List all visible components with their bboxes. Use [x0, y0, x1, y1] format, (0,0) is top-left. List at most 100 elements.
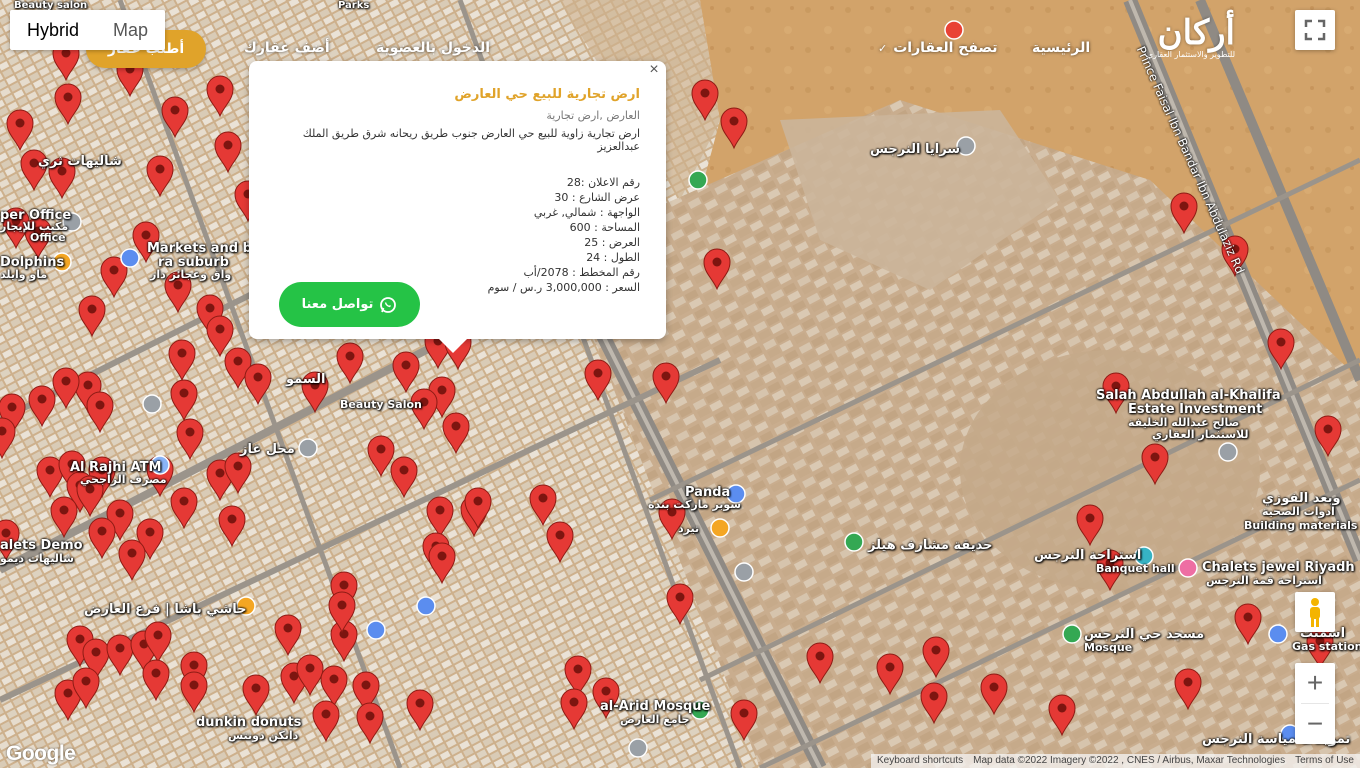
property-marker[interactable] — [170, 487, 198, 530]
property-marker[interactable] — [164, 271, 192, 314]
property-marker[interactable] — [1048, 694, 1076, 737]
poi-icon[interactable] — [142, 394, 162, 414]
property-marker[interactable] — [652, 362, 680, 405]
property-marker[interactable] — [312, 700, 340, 743]
poi-icon[interactable] — [688, 170, 708, 190]
property-marker[interactable] — [356, 702, 384, 745]
property-marker[interactable] — [920, 682, 948, 725]
property-marker[interactable] — [146, 155, 174, 198]
poi-icon[interactable] — [710, 518, 730, 538]
poi-icon[interactable] — [416, 596, 436, 616]
property-marker[interactable] — [88, 517, 116, 560]
property-marker[interactable] — [1267, 328, 1295, 371]
poi-icon[interactable] — [298, 438, 318, 458]
property-marker[interactable] — [20, 149, 48, 192]
property-marker[interactable] — [54, 83, 82, 126]
property-marker[interactable] — [176, 418, 204, 461]
property-marker[interactable] — [106, 634, 134, 677]
poi-icon[interactable] — [1062, 624, 1082, 644]
property-marker[interactable] — [392, 351, 420, 394]
property-marker[interactable] — [224, 452, 252, 495]
satellite-map[interactable]: شاليهات ثري per Office مكتب للإيجار Offi… — [0, 0, 1360, 768]
property-marker[interactable] — [426, 496, 454, 539]
property-marker[interactable] — [206, 75, 234, 118]
map-type-map[interactable]: Map — [96, 10, 165, 50]
terms-link[interactable]: Terms of Use — [1295, 754, 1354, 768]
property-marker[interactable] — [720, 107, 748, 150]
property-marker[interactable] — [428, 542, 456, 585]
nav-home[interactable]: الرئيسية — [1032, 40, 1090, 56]
poi-icon[interactable] — [366, 620, 386, 640]
property-marker[interactable] — [592, 677, 620, 720]
property-marker[interactable] — [703, 248, 731, 291]
property-marker[interactable] — [980, 673, 1008, 716]
nav-add-property[interactable]: أضف عقارك — [244, 40, 330, 56]
property-marker[interactable] — [0, 417, 16, 460]
property-marker[interactable] — [1096, 549, 1124, 592]
property-marker[interactable] — [320, 665, 348, 708]
nav-browse[interactable]: ✓ تصفح العقارات — [878, 40, 998, 56]
zoom-out-button[interactable]: − — [1295, 704, 1335, 744]
poi-icon[interactable] — [236, 596, 256, 616]
property-marker[interactable] — [1170, 192, 1198, 235]
property-marker[interactable] — [28, 385, 56, 428]
property-marker[interactable] — [214, 131, 242, 174]
property-marker[interactable] — [584, 359, 612, 402]
property-marker[interactable] — [336, 342, 364, 385]
poi-icon[interactable] — [1134, 546, 1154, 566]
map-type-hybrid[interactable]: Hybrid — [10, 10, 96, 50]
poi-icon[interactable] — [734, 562, 754, 582]
keyboard-shortcuts-link[interactable]: Keyboard shortcuts — [877, 754, 963, 768]
fullscreen-button[interactable] — [1295, 10, 1335, 50]
property-marker[interactable] — [1141, 443, 1169, 486]
property-marker[interactable] — [118, 539, 146, 582]
property-marker[interactable] — [52, 367, 80, 410]
property-marker[interactable] — [168, 339, 196, 382]
poi-icon[interactable] — [726, 484, 746, 504]
property-marker[interactable] — [658, 498, 686, 541]
property-marker[interactable] — [78, 295, 106, 338]
property-marker[interactable] — [274, 614, 302, 657]
close-icon[interactable]: × — [645, 61, 663, 79]
property-marker[interactable] — [242, 674, 270, 717]
property-marker[interactable] — [180, 671, 208, 714]
property-marker[interactable] — [529, 484, 557, 527]
property-marker[interactable] — [301, 371, 329, 414]
poi-icon[interactable] — [1218, 442, 1238, 462]
poi-icon[interactable] — [944, 20, 964, 40]
property-marker[interactable] — [666, 583, 694, 626]
property-marker[interactable] — [1076, 504, 1104, 547]
property-marker[interactable] — [1102, 372, 1130, 415]
poi-icon[interactable] — [1268, 624, 1288, 644]
property-marker[interactable] — [48, 157, 76, 200]
property-marker[interactable] — [24, 217, 52, 260]
property-marker[interactable] — [691, 79, 719, 122]
property-marker[interactable] — [442, 412, 470, 455]
property-marker[interactable] — [0, 519, 20, 562]
property-marker[interactable] — [367, 435, 395, 478]
property-marker[interactable] — [730, 699, 758, 742]
arkan-logo[interactable]: أركان للتطوير والاستثمار العقاري — [1140, 16, 1235, 76]
poi-icon[interactable] — [690, 700, 710, 720]
property-marker[interactable] — [876, 653, 904, 696]
property-marker[interactable] — [206, 315, 234, 358]
property-marker[interactable] — [170, 379, 198, 422]
property-marker[interactable] — [410, 388, 438, 431]
property-marker[interactable] — [922, 636, 950, 679]
poi-icon[interactable] — [52, 252, 72, 272]
property-marker[interactable] — [1306, 627, 1334, 670]
property-marker[interactable] — [406, 689, 434, 732]
poi-icon[interactable] — [844, 532, 864, 552]
property-marker[interactable] — [50, 496, 78, 539]
property-marker[interactable] — [1314, 415, 1342, 458]
nav-login[interactable]: الدخول بالعضوية — [376, 40, 490, 56]
poi-icon[interactable] — [120, 248, 140, 268]
poi-icon[interactable] — [956, 136, 976, 156]
property-marker[interactable] — [390, 456, 418, 499]
property-marker[interactable] — [218, 505, 246, 548]
property-marker[interactable] — [1234, 603, 1262, 646]
property-marker[interactable] — [6, 109, 34, 152]
property-marker[interactable] — [1174, 668, 1202, 711]
poi-icon[interactable] — [1178, 558, 1198, 578]
zoom-in-button[interactable]: + — [1295, 663, 1335, 703]
